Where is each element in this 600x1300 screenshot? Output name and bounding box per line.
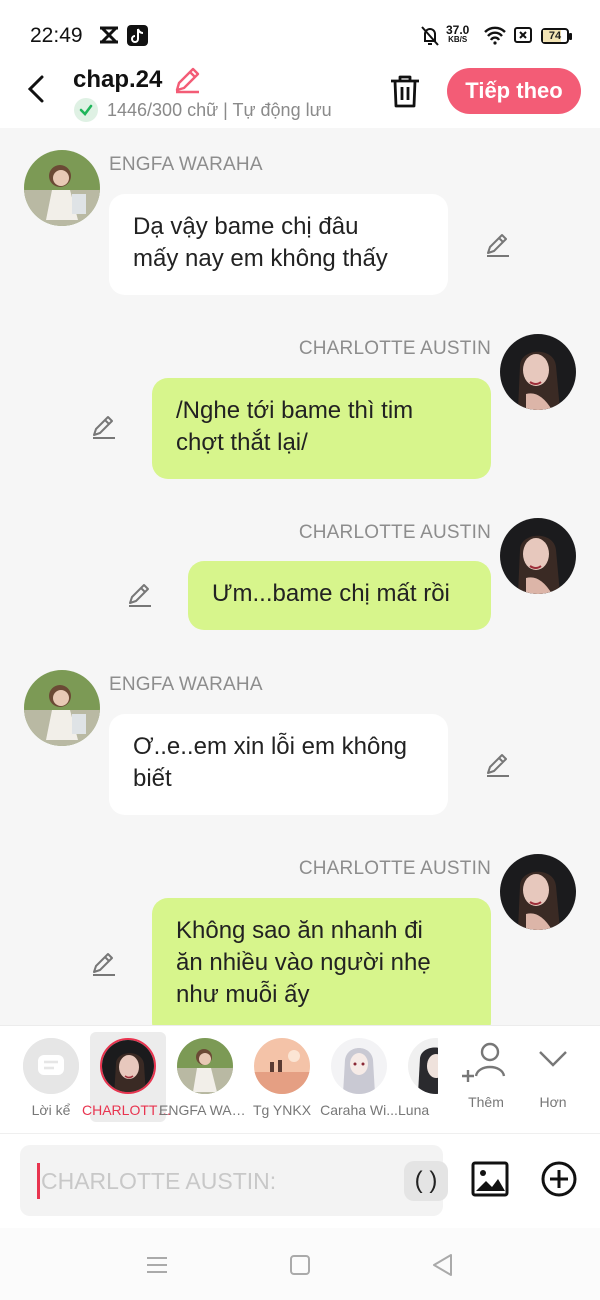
message-line: Không sao ăn nhanh đi bbox=[176, 917, 423, 944]
message-input-box: ( ) bbox=[20, 1145, 448, 1216]
character-avatar bbox=[177, 1038, 233, 1094]
parentheses-button[interactable]: ( ) bbox=[404, 1161, 448, 1201]
edit-message-button[interactable] bbox=[125, 580, 155, 610]
more-label: Hơn bbox=[539, 1094, 567, 1110]
pencil-icon bbox=[175, 67, 200, 94]
menu-icon bbox=[147, 1257, 167, 1273]
character-charlotte[interactable]: CHARLOTTE AUSTIN bbox=[82, 1032, 174, 1122]
image-icon bbox=[471, 1161, 509, 1197]
message-bubble[interactable]: Ưm...bame chị mất rồi bbox=[188, 561, 491, 630]
editor-header: chap.24 1446/300 chữ | Tự động lưu Tiếp … bbox=[0, 60, 600, 128]
character-narrator[interactable]: Lời kể bbox=[13, 1032, 89, 1122]
network-speed-unit: KB/S bbox=[448, 35, 468, 44]
character-avatar bbox=[408, 1038, 438, 1094]
character-engfa[interactable]: ENGFA WARAHA bbox=[159, 1032, 251, 1122]
back-button[interactable] bbox=[20, 72, 54, 106]
character-avatar bbox=[331, 1038, 387, 1094]
trash-icon bbox=[391, 75, 419, 108]
tiktok-icon bbox=[127, 25, 148, 51]
message-bubble[interactable]: Ơ..e..em xin lỗi em không biết bbox=[109, 714, 448, 815]
square-icon bbox=[290, 1255, 310, 1275]
character-label: Caraha Wi... bbox=[320, 1102, 398, 1118]
home-nav-button[interactable] bbox=[285, 1250, 315, 1280]
character-caraha[interactable]: Caraha Wi... bbox=[320, 1032, 398, 1122]
pencil-icon bbox=[129, 584, 151, 607]
status-time: 22:49 bbox=[30, 24, 83, 47]
mute-bell-icon bbox=[420, 25, 440, 52]
message-line: chợt thắt lại/ bbox=[176, 429, 308, 456]
character-label: Luna bbox=[398, 1102, 430, 1118]
delete-button[interactable] bbox=[386, 72, 424, 110]
message-bubble[interactable]: /Nghe tới bame thì tim chợt thắt lại/ bbox=[152, 378, 491, 479]
wifi-icon bbox=[483, 25, 507, 50]
pencil-icon bbox=[93, 416, 115, 439]
edit-message-button[interactable] bbox=[89, 412, 119, 442]
menu-nav-button[interactable] bbox=[142, 1250, 172, 1280]
sender-name: CHARLOTTE AUSTIN bbox=[298, 522, 491, 543]
edit-message-button[interactable] bbox=[483, 750, 513, 780]
system-nav-bar bbox=[0, 1228, 600, 1300]
more-button[interactable]: Hơn bbox=[523, 1032, 583, 1122]
message-line: Dạ vậy bame chị đâu bbox=[133, 213, 359, 240]
add-person-icon bbox=[462, 1042, 506, 1082]
character-luna[interactable]: Luna bbox=[398, 1032, 438, 1122]
chat-bubble-icon bbox=[23, 1038, 79, 1094]
character-avatar bbox=[254, 1038, 310, 1094]
edit-message-button[interactable] bbox=[483, 230, 513, 260]
message-line: Ưm...bame chị mất rồi bbox=[212, 580, 450, 607]
sender-name: ENGFA WARAHA bbox=[109, 154, 263, 175]
insert-image-button[interactable] bbox=[470, 1159, 510, 1199]
avatar-engfa[interactable] bbox=[24, 670, 100, 746]
message-line: ăn nhiều vào người nhẹ bbox=[176, 949, 431, 976]
add-character-label: Thêm bbox=[468, 1094, 504, 1110]
plus-circle-icon bbox=[541, 1161, 577, 1197]
chevron-left-icon bbox=[27, 75, 44, 103]
message-line: biết bbox=[133, 765, 172, 792]
message-bubble[interactable]: Không sao ăn nhanh đi ăn nhiều vào người… bbox=[152, 898, 491, 1025]
avatar-engfa[interactable] bbox=[24, 150, 100, 226]
saved-check-icon bbox=[74, 98, 98, 122]
edit-title-button[interactable] bbox=[172, 65, 202, 95]
message-input[interactable] bbox=[37, 1163, 377, 1199]
avatar-charlotte[interactable] bbox=[500, 334, 576, 410]
battery-level: 74 bbox=[548, 30, 562, 42]
sender-name: ENGFA WARAHA bbox=[109, 674, 263, 695]
message-line: mấy nay em không thấy bbox=[133, 245, 388, 272]
narrator-avatar bbox=[23, 1038, 79, 1094]
back-nav-button[interactable] bbox=[428, 1250, 458, 1280]
sender-name: CHARLOTTE AUSTIN bbox=[298, 858, 491, 879]
battery-icon: 74 bbox=[541, 28, 572, 44]
sim-icon bbox=[513, 25, 533, 50]
avatar-charlotte[interactable] bbox=[500, 518, 576, 594]
network-speed: 37.0 KB/S bbox=[446, 24, 469, 45]
character-selector: Lời kể CHARLOTTE AUSTIN ENGFA WARAHA Tg … bbox=[0, 1025, 600, 1133]
character-avatar bbox=[100, 1038, 156, 1094]
message-line: Ơ..e..em xin lỗi em không bbox=[133, 733, 408, 760]
edit-message-button[interactable] bbox=[89, 949, 119, 979]
sender-name: CHARLOTTE AUSTIN bbox=[298, 338, 491, 359]
chevron-down-icon bbox=[539, 1051, 567, 1067]
message-bubble[interactable]: Dạ vậy bame chị đâu mấy nay em không thấ… bbox=[109, 194, 448, 295]
character-tg[interactable]: Tg YNKX bbox=[244, 1032, 320, 1122]
message-line: như muỗi ấy bbox=[176, 981, 310, 1008]
chapter-title[interactable]: chap.24 bbox=[73, 66, 162, 94]
next-button[interactable]: Tiếp theo bbox=[447, 68, 581, 114]
pencil-icon bbox=[93, 953, 115, 976]
avatar-charlotte[interactable] bbox=[500, 854, 576, 930]
add-character-button[interactable]: Thêm bbox=[456, 1032, 516, 1122]
capcut-icon bbox=[98, 25, 120, 50]
pencil-icon bbox=[487, 754, 509, 777]
add-button[interactable] bbox=[539, 1159, 579, 1199]
composer: ( ) bbox=[0, 1133, 600, 1228]
triangle-back-icon bbox=[433, 1254, 452, 1276]
word-count-status: 1446/300 chữ | Tự động lưu bbox=[107, 100, 332, 120]
pencil-icon bbox=[487, 234, 509, 257]
chat-area[interactable]: ENGFA WARAHA Dạ vậy bame chị đâu mấy nay… bbox=[0, 128, 600, 1025]
message-line: /Nghe tới bame thì tim bbox=[176, 397, 414, 424]
